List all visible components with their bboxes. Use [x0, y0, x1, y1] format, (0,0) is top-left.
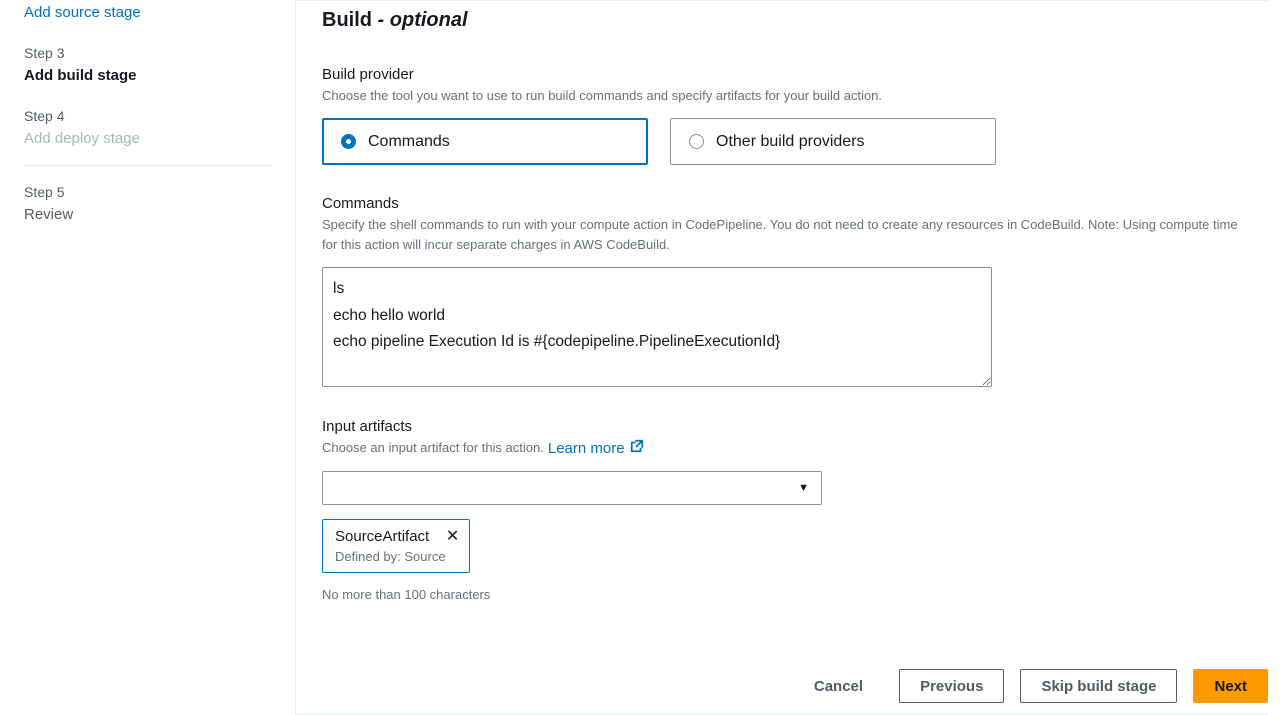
- radio-commands[interactable]: Commands: [322, 118, 648, 165]
- radio-label: Other build providers: [716, 133, 865, 151]
- artifact-chip: SourceArtifact Defined by: Source ✕: [322, 519, 470, 573]
- build-provider-radio-group: Commands Other build providers: [322, 118, 1242, 165]
- build-provider-label: Build provider: [322, 66, 1242, 83]
- radio-other-build-providers[interactable]: Other build providers: [670, 118, 996, 165]
- input-artifacts-dropdown[interactable]: ▼: [322, 471, 822, 505]
- step-title: Add deploy stage: [24, 130, 271, 147]
- main-panel: Build - optional Build provider Choose t…: [295, 0, 1268, 715]
- title-dash: -: [378, 9, 390, 31]
- page-title: Build - optional: [322, 9, 1242, 32]
- title-optional: optional: [390, 9, 468, 31]
- input-artifacts-help: Choose an input artifact for this action…: [322, 438, 544, 458]
- previous-button[interactable]: Previous: [899, 669, 1004, 703]
- caret-down-icon: ▼: [798, 482, 809, 494]
- skip-build-stage-button[interactable]: Skip build stage: [1020, 669, 1177, 703]
- wizard-footer: Cancel Previous Skip build stage Next: [794, 669, 1268, 703]
- learn-more-text: Learn more: [548, 440, 625, 457]
- radio-label: Commands: [368, 133, 450, 151]
- title-build: Build: [322, 9, 378, 31]
- step-number: Step 5: [24, 184, 271, 200]
- input-artifacts-label: Input artifacts: [322, 418, 1242, 435]
- radio-icon: [689, 134, 704, 149]
- commands-help: Specify the shell commands to run with y…: [322, 215, 1242, 255]
- input-artifacts-limit: No more than 100 characters: [322, 587, 1242, 602]
- sidebar-step-4: Step 4 Add deploy stage: [24, 108, 271, 166]
- external-link-icon: [630, 439, 644, 457]
- sidebar-step-5: Step 5 Review: [24, 184, 271, 223]
- next-button[interactable]: Next: [1193, 669, 1268, 703]
- build-provider-help: Choose the tool you want to use to run b…: [322, 86, 1242, 106]
- step-title: Add build stage: [24, 67, 271, 84]
- step-number: Step 4: [24, 108, 271, 124]
- wizard-sidebar: Add source stage Step 3 Add build stage …: [0, 0, 295, 715]
- step-title: Review: [24, 206, 271, 223]
- close-icon[interactable]: ✕: [446, 529, 459, 545]
- artifact-chip-sub: Defined by: Source: [335, 549, 457, 564]
- sidebar-step-3[interactable]: Step 3 Add build stage: [24, 45, 271, 84]
- commands-label: Commands: [322, 195, 1242, 212]
- cancel-button[interactable]: Cancel: [794, 669, 883, 703]
- sidebar-add-source-stage-link[interactable]: Add source stage: [24, 4, 271, 21]
- radio-icon: [341, 134, 356, 149]
- commands-textarea[interactable]: [322, 267, 992, 387]
- artifact-chip-title: SourceArtifact: [335, 528, 457, 545]
- learn-more-link[interactable]: Learn more: [548, 439, 644, 457]
- step-number: Step 3: [24, 45, 271, 61]
